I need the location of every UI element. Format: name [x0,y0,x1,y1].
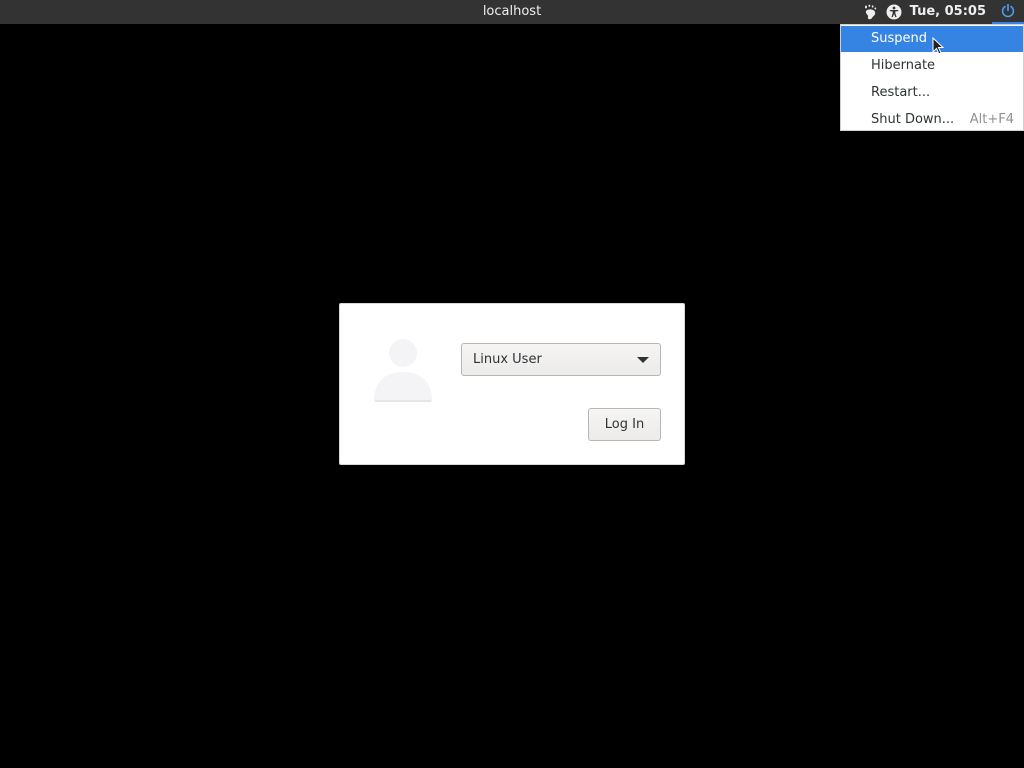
system-tray: Tue, 05:05 [858,0,1024,24]
user-select-dropdown[interactable]: Linux User [461,343,661,376]
top-bar: localhost Tue, 05:05 [0,0,1024,24]
menu-item-label: Suspend [871,31,928,46]
user-avatar-icon [374,339,432,402]
login-button[interactable]: Log In [588,408,661,441]
menu-item-label: Hibernate [871,58,936,73]
accessibility-icon[interactable] [882,0,906,24]
login-dialog: Linux User Log In [339,303,685,465]
menu-item-label: Restart... [871,85,931,100]
shortcut-label: Alt+F4 [969,112,1014,127]
selected-user-label: Linux User [473,352,542,367]
login-screen: localhost Tue, 05:05 Suspend Hibernate R… [0,0,1024,768]
clock-label[interactable]: Tue, 05:05 [906,0,992,24]
power-icon[interactable] [992,0,1024,24]
dropdown-arrow-icon [637,357,649,363]
menu-item-restart[interactable]: Restart... [841,80,1023,106]
menu-item-label: Shut Down... [871,112,955,127]
mouse-cursor-icon [932,37,944,55]
menu-item-shut-down[interactable]: Shut Down... Alt+F4 [841,107,1023,133]
gnome-foot-icon[interactable] [858,0,882,24]
menu-item-hibernate[interactable]: Hibernate [841,53,1023,79]
